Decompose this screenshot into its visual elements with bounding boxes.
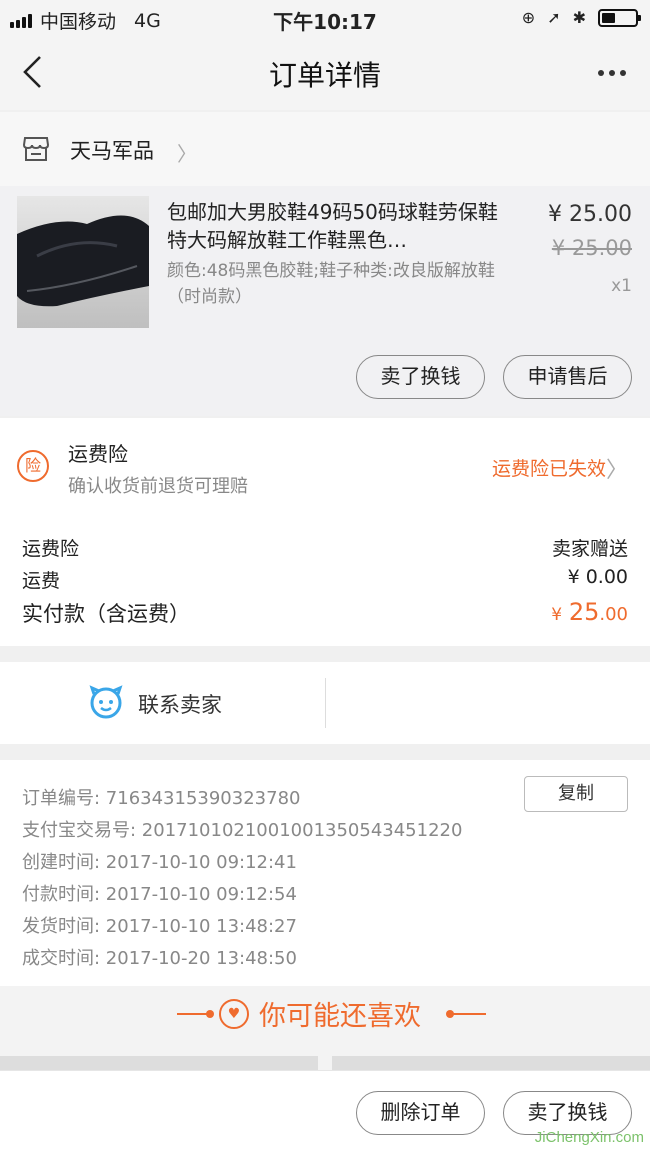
chevron-right-icon: 〉 [177,142,197,166]
rotation-lock-icon: ⊕ [521,8,536,27]
created-time: 创建时间: 2017-10-10 09:12:41 [22,852,297,873]
shipping-insurance-section: 险 运费险 确认收货前退货可理赔 运费险已失效 〉 运费险 卖家赠送 运费 ¥ … [0,418,650,646]
alipay-trade-number: 支付宝交易号: 2017101021001001350543451220 [22,820,463,841]
bluetooth-icon: ✱ [572,8,586,27]
shop-row[interactable]: 天马军品 〉 [0,112,650,186]
dot [206,1010,214,1018]
watermark: JiChengXin.com [534,1129,644,1146]
store-icon [22,136,50,166]
recommend-item[interactable] [0,1056,318,1070]
divider [450,1013,486,1015]
sell-for-cash-button[interactable]: 卖了换钱 [356,355,485,399]
cost-label: 运费险 [22,538,80,560]
cost-row-paid: 实付款（含运费） ¥ 25.00 [22,598,628,628]
location-icon: ➚ [547,8,561,27]
paid-label: 实付款（含运费） [22,602,190,626]
product-original-price: ¥ 25.00 [551,236,632,260]
insurance-icon: 险 [17,450,49,482]
order-number: 订单编号: 71634315390323780 [22,788,301,809]
paid-integer: 25 [568,598,600,626]
paid-amount: ¥ 25.00 [551,598,628,626]
paid-decimal: .00 [599,604,628,625]
bottom-action-bar: 删除订单 卖了换钱 JiChengXin.com [0,1070,650,1156]
divider [325,678,326,728]
heart-icon: ♥ [219,999,249,1029]
cost-row-shipping: 运费 ¥ 0.00 [22,566,628,593]
cost-value: 卖家赠送 [551,538,628,560]
cost-value: ¥ 0.00 [567,566,628,588]
request-aftersale-button[interactable]: 申请售后 [503,355,632,399]
cost-label: 运费 [22,570,61,592]
product-card[interactable]: 包邮加大男胶鞋49码50码球鞋劳保鞋特大码解放鞋工作鞋黑色… 颜色:48码黑色胶… [0,186,650,416]
recommend-item[interactable] [332,1056,650,1070]
paid-time: 付款时间: 2017-10-10 09:12:54 [22,884,297,905]
page-title: 订单详情 [268,59,381,92]
shipped-time: 发货时间: 2017-10-10 13:48:27 [22,916,297,937]
cost-row-insurance: 运费险 卖家赠送 [22,534,628,561]
insurance-title: 运费险 [68,442,128,466]
status-bar: 中国移动 4G 下午10:17 ⊕ ➚ ✱ [0,0,650,36]
recommend-header: ♥ 你可能还喜欢 [0,986,650,1070]
chat-face-icon[interactable] [88,684,124,724]
insurance-subtitle: 确认收货前退货可理赔 [68,476,248,497]
delete-order-button[interactable]: 删除订单 [356,1091,485,1135]
contact-bar: 联系卖家 [0,662,650,744]
nav-bar: 订单详情 [0,36,650,110]
product-title: 包邮加大男胶鞋49码50码球鞋劳保鞋特大码解放鞋工作鞋黑色… [167,200,498,252]
product-image [17,196,149,328]
completed-time: 成交时间: 2017-10-20 13:48:50 [22,948,297,969]
copy-button[interactable]: 复制 [524,776,628,812]
more-button[interactable] [593,70,626,76]
insurance-status-link[interactable]: 运费险已失效 [492,454,606,481]
battery-icon [598,8,641,27]
chevron-right-icon: 〉 [605,458,628,483]
product-attributes: 颜色:48码黑色胶鞋;鞋子种类:改良版解放鞋（时尚款） [167,261,495,307]
paid-currency: ¥ [551,605,563,625]
shop-name: 天马军品 [70,139,154,163]
product-quantity: x1 [611,276,632,296]
recommend-title: 你可能还喜欢 [259,1001,421,1032]
contact-seller-button[interactable]: 联系卖家 [138,689,222,719]
order-info-section: 订单编号: 71634315390323780 支付宝交易号: 20171010… [0,760,650,986]
product-price: ¥ 25.00 [548,202,632,227]
